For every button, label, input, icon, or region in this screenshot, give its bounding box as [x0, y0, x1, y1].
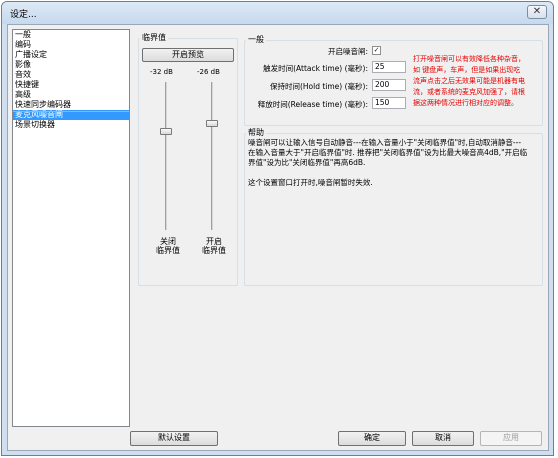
sidebar-item-hotkeys[interactable]: 快捷键: [13, 80, 129, 90]
close-threshold-label-line2: 临界值: [156, 246, 180, 255]
noise-gate-tip: 打开噪音闸可以有效降低各种杂音， 如 键盘声，车声，但是如果出现吃 流声点击之后…: [413, 54, 541, 109]
defaults-button[interactable]: 默认设置: [130, 431, 218, 446]
apply-button[interactable]: 应用: [480, 431, 542, 446]
sidebar-item-broadcast[interactable]: 广播设定: [13, 50, 129, 60]
ok-button[interactable]: 确定: [338, 431, 406, 446]
close-icon: ✕: [532, 6, 542, 17]
help-line: 在输入音量大于"开启临界值"时. 推荐把"关闭临界值"设为比最大噪音高4dB,"…: [248, 148, 528, 157]
sidebar-item-quicksync[interactable]: 快速同步编码器: [13, 100, 129, 110]
open-threshold-label-line1: 开启: [206, 237, 222, 246]
tip-line: 流声点击之后无效果可能是机器有电: [413, 77, 525, 85]
help-line: 界值"设为比"关闭临界值"再高6dB.: [248, 158, 366, 167]
sidebar-item-encoding[interactable]: 编码: [13, 40, 129, 50]
open-threshold-db: -26 dB: [197, 68, 220, 76]
sidebar-item-general[interactable]: 一般: [13, 30, 129, 40]
settings-window: 设定... ✕ 一般 编码 广播设定 影像 音效 快捷键 高级 快速同步编码器 …: [1, 1, 554, 456]
help-line: 这个设置窗口打开时,噪音闸暂时失效.: [248, 178, 373, 187]
open-threshold-track: [211, 82, 213, 230]
list-divider: [13, 111, 129, 112]
hold-time-label: 保持时间(Hold time) (毫秒):: [269, 82, 368, 91]
sidebar-item-advanced[interactable]: 高级: [13, 90, 129, 100]
checkmark-icon: ✓: [373, 46, 380, 54]
threshold-group-label: 临界值: [140, 32, 168, 43]
sidebar-item-scene-switcher[interactable]: 场景切换器: [13, 120, 129, 130]
open-threshold-slider-thumb[interactable]: [206, 120, 218, 127]
preview-button[interactable]: 开启预览: [142, 48, 234, 62]
release-time-field[interactable]: 150: [372, 97, 406, 109]
release-time-label: 释放时间(Release time) (毫秒):: [257, 100, 368, 109]
title-bar: 设定... ✕: [2, 2, 553, 24]
sidebar-item-video[interactable]: 影像: [13, 60, 129, 70]
close-threshold-db: -32 dB: [150, 68, 173, 76]
attack-time-label: 触发时间(Attack time) (毫秒):: [263, 64, 368, 73]
window-title: 设定...: [10, 10, 37, 20]
tip-line: 打开噪音闸可以有效降低各种杂音，: [413, 55, 525, 63]
help-group-label: 帮助: [246, 127, 266, 138]
help-text: 噪音闸可以让输入信号自动静音---在输入音量小于"关闭临界值"时,自动取消静音-…: [248, 138, 540, 188]
tip-line: 据这两种情况进行相对应的调整。: [413, 99, 518, 107]
dialog-client-area: 一般 编码 广播设定 影像 音效 快捷键 高级 快速同步编码器 麦克风噪音闸 场…: [7, 24, 549, 451]
close-threshold-slider-thumb[interactable]: [160, 128, 172, 135]
help-line-blank: [248, 168, 540, 178]
close-threshold-label-line1: 关闭: [160, 237, 176, 246]
help-line: 噪音闸可以让输入信号自动静音---在输入音量小于"关闭临界值"时,自动取消静音-…: [248, 138, 522, 147]
attack-time-field[interactable]: 25: [372, 61, 406, 73]
tip-line: 如 键盘声，车声，但是如果出现吃: [413, 66, 521, 74]
close-button[interactable]: ✕: [527, 5, 547, 19]
sidebar-item-audio[interactable]: 音效: [13, 70, 129, 80]
close-threshold-label: 关闭 临界值: [148, 237, 188, 255]
general-group-label: 一般: [246, 34, 266, 45]
enable-noise-gate-checkbox[interactable]: ✓: [372, 46, 381, 55]
cancel-button[interactable]: 取消: [412, 431, 474, 446]
open-threshold-label-line2: 临界值: [202, 246, 226, 255]
enable-noise-gate-label: 开启噪音闸:: [327, 47, 368, 56]
settings-category-list[interactable]: 一般 编码 广播设定 影像 音效 快捷键 高级 快速同步编码器 麦克风噪音闸 场…: [12, 29, 130, 427]
close-threshold-track: [165, 82, 167, 230]
tip-line: 流，或者系统的麦克风加强了，请根: [413, 88, 525, 96]
open-threshold-label: 开启 临界值: [194, 237, 234, 255]
hold-time-field[interactable]: 200: [372, 79, 406, 91]
